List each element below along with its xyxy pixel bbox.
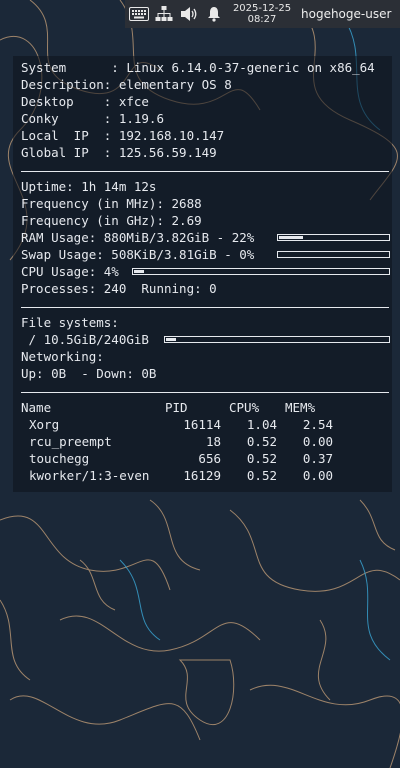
top-panel: 2025-12-25 08:27 hogehoge-user — [125, 0, 400, 28]
ram-usage-line: RAM Usage: 880MiB/3.82GiB - 22% — [21, 230, 255, 245]
notification-bell-icon[interactable] — [203, 3, 225, 25]
process-cpu: 0.52 — [246, 434, 277, 449]
process-mem: 0.37 — [302, 451, 333, 466]
cpu-usage-fill — [134, 270, 144, 273]
swap-usage-line: Swap Usage: 508KiB/3.81GiB - 0% — [21, 247, 255, 262]
frequency-ghz-line: Frequency (in GHz): 2.69 — [21, 213, 202, 228]
ram-usage-fill — [279, 236, 303, 239]
processes-line: Processes: 240 Running: 0 — [21, 281, 217, 296]
system-line: System : Linux 6.14.0-37-generic on x86_… — [21, 60, 375, 75]
ram-usage-bar — [277, 234, 390, 241]
process-mem: 0.00 — [302, 434, 333, 449]
process-pid: 18 — [205, 434, 221, 449]
process-name: rcu_preempt — [29, 434, 112, 449]
process-cpu: 0.52 — [246, 451, 277, 466]
process-pid: 656 — [198, 451, 221, 466]
network-updown-line: Up: 0B - Down: 0B — [21, 366, 157, 381]
process-name: Xorg — [29, 417, 60, 432]
clock-time: 08:27 — [247, 14, 277, 25]
clock[interactable]: 2025-12-25 08:27 — [229, 3, 295, 25]
process-header-cpu: CPU% — [229, 400, 260, 415]
process-header-mem: MEM% — [285, 400, 316, 415]
process-name: touchegg — [29, 451, 90, 466]
desktop-line: Desktop : xfce — [21, 94, 149, 109]
process-mem: 2.54 — [302, 417, 333, 432]
root-filesystem-bar — [164, 336, 390, 343]
swap-usage-bar — [277, 251, 390, 258]
process-name: kworker/1:3-even — [29, 468, 150, 483]
networking-heading: Networking: — [21, 349, 104, 364]
process-pid: 16114 — [183, 417, 221, 432]
cpu-usage-bar — [132, 268, 390, 275]
conky-widget: System : Linux 6.14.0-37-generic on x86_… — [13, 56, 392, 492]
description-line: Description: elementary OS 8 — [21, 77, 232, 92]
root-filesystem-fill — [166, 338, 176, 341]
clock-date: 2025-12-25 — [232, 3, 292, 14]
user-menu[interactable]: hogehoge-user — [301, 7, 391, 21]
divider — [21, 171, 389, 172]
cpu-usage-line: CPU Usage: 4% — [21, 264, 119, 279]
divider — [21, 307, 389, 308]
local-ip-line: Local IP : 192.168.10.147 — [21, 128, 225, 143]
volume-icon[interactable] — [178, 3, 200, 25]
global-ip-line: Global IP : 125.56.59.149 — [21, 145, 217, 160]
process-header-name: Name — [21, 400, 52, 415]
divider — [21, 392, 389, 393]
frequency-mhz-line: Frequency (in MHz): 2688 — [21, 196, 202, 211]
process-cpu: 0.52 — [246, 468, 277, 483]
process-header-pid: PID — [165, 400, 188, 415]
root-filesystem-line: / 10.5GiB/240GiB — [21, 332, 149, 347]
conky-version-line: Conky : 1.19.6 — [21, 111, 164, 126]
process-pid: 16129 — [183, 468, 221, 483]
keyboard-icon[interactable] — [128, 3, 150, 25]
filesystems-heading: File systems: — [21, 315, 119, 330]
process-cpu: 1.04 — [246, 417, 277, 432]
uptime-line: Uptime: 1h 14m 12s — [21, 179, 157, 194]
process-mem: 0.00 — [302, 468, 333, 483]
network-icon[interactable] — [153, 3, 175, 25]
